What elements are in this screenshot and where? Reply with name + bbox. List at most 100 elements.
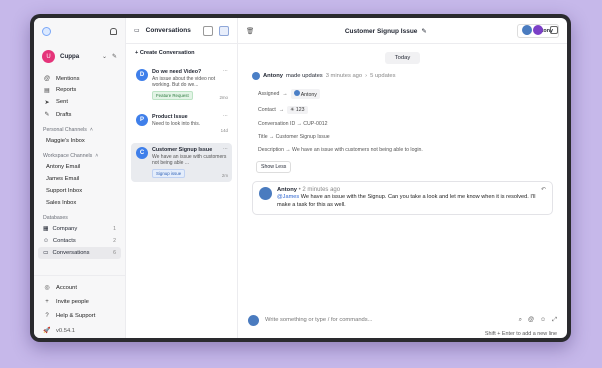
update-time: 3 minutes ago: [325, 73, 363, 79]
message-body: We have an issue with the Signup. Can yo…: [277, 194, 536, 208]
conversation-card-selected[interactable]: C Customer Signup Issue We have an issue…: [131, 143, 232, 182]
nav-label: Account: [56, 284, 77, 291]
card-title: Customer Signup Issue: [152, 147, 213, 153]
chevron-right-icon: ›: [365, 73, 368, 79]
section-label: Databases: [43, 214, 68, 221]
channel-james-email[interactable]: James Email: [34, 173, 125, 185]
trash-icon[interactable]: 🗑: [246, 27, 254, 35]
account-name: Cuppa: [60, 53, 80, 60]
channel-support-inbox[interactable]: Support Inbox: [34, 185, 125, 197]
pencil-icon[interactable]: ✎: [421, 28, 426, 35]
bell-icon[interactable]: [110, 27, 117, 35]
send-icon: ➤: [44, 99, 50, 106]
channel-maggies-inbox[interactable]: Maggie's Inbox: [34, 135, 125, 147]
account-avatar: U: [42, 50, 55, 63]
version-label: 🚀 v0.54.1: [34, 323, 125, 338]
section-label: Personal Channels: [43, 126, 87, 133]
card-time: 2m: [221, 173, 228, 178]
db-label: Company: [52, 225, 78, 232]
sidebar: U Cuppa ⌄ ✎ @ Mentions ▤ Reports ➤ Sent ✎ Dr…: [34, 18, 126, 338]
update-count[interactable]: 5 updates: [370, 73, 395, 79]
detail-title: Title → Customer Signup Issue: [258, 134, 330, 140]
mention-link[interactable]: @James: [277, 194, 299, 200]
conversation-title: Customer Signup Issue ✎: [254, 27, 517, 35]
help-support-link[interactable]: ? Help & Support: [34, 309, 125, 323]
user-circle-icon: ◎: [44, 285, 50, 291]
list-view-icon[interactable]: [219, 25, 229, 36]
compose-icon[interactable]: ✎: [112, 53, 117, 60]
nav-reports[interactable]: ▤ Reports: [34, 84, 125, 96]
channel-antony-email[interactable]: Antony Email: [34, 161, 125, 173]
more-icon[interactable]: ⋯: [223, 68, 228, 74]
db-company[interactable]: ▦ Company 1: [34, 223, 125, 235]
card-title: Product Issue: [152, 114, 188, 120]
db-label: Conversations: [52, 249, 90, 256]
conversation-card[interactable]: P Product Issue Need to look into this. …: [131, 110, 232, 137]
nav-drafts[interactable]: ✎ Drafts: [34, 109, 125, 121]
detail-label: Contact: [258, 107, 276, 113]
list-title: Conversations: [145, 27, 191, 34]
top-right-avatars: [522, 25, 543, 35]
more-icon[interactable]: ⋯: [223, 113, 228, 119]
panel-icon[interactable]: [203, 25, 213, 36]
chart-icon: ▤: [44, 87, 50, 94]
conversation-card[interactable]: D Do we need Video? An issue about the v…: [131, 65, 232, 104]
mention-icon[interactable]: @: [528, 317, 534, 323]
avatar: [293, 90, 300, 96]
detail-contact: Contact → ✳ 123: [258, 106, 547, 114]
app-logo-icon: [42, 26, 51, 36]
account-switcher[interactable]: U Cuppa ⌄ ✎: [34, 46, 125, 67]
nav-sent[interactable]: ➤ Sent: [34, 96, 125, 108]
card-snippet: We have an issue with customers not bein…: [152, 154, 227, 166]
chip-text: Antony: [300, 92, 317, 98]
databases-header: Databases: [34, 209, 125, 223]
nav-label: Mentions: [56, 75, 80, 82]
nav-label: Invite people: [56, 299, 89, 305]
message-input[interactable]: Write something or type / for commands..…: [265, 317, 513, 323]
card-snippet: An issue about the video not working. Bu…: [152, 76, 216, 88]
avatar[interactable]: [522, 25, 532, 35]
invite-people-link[interactable]: + Invite people: [34, 295, 125, 309]
detail-label: Assigned: [258, 91, 280, 97]
update-action: made updates: [285, 73, 323, 79]
app-window: U Cuppa ⌄ ✎ @ Mentions ▤ Reports ➤ Sent ✎ Dr…: [34, 18, 567, 338]
account-link[interactable]: ◎ Account: [34, 280, 125, 295]
main-nav: @ Mentions ▤ Reports ➤ Sent ✎ Drafts: [34, 73, 125, 121]
more-icon[interactable]: ⋯: [223, 146, 228, 152]
db-contacts[interactable]: ☺ Contacts 2: [34, 235, 125, 247]
workspace-channels-header[interactable]: Workspace Channels ˄: [34, 147, 125, 161]
avatar: [259, 187, 272, 200]
composer-hint: Shift + Enter to add a new line: [484, 331, 557, 337]
nav-label: Sent: [56, 99, 68, 106]
expand-icon[interactable]: ⤢: [552, 317, 557, 324]
smile-icon: ☺: [43, 237, 49, 244]
personal-channels-header[interactable]: Personal Channels ˄: [34, 121, 125, 135]
detail-conversation-id: Conversation ID → CUP-0012: [258, 121, 328, 127]
card-time: 14d: [220, 128, 228, 133]
create-conversation-button[interactable]: + Create Conversation: [126, 44, 237, 62]
message-text: @James We have an issue with the Signup.…: [277, 193, 546, 209]
rocket-icon: 🚀: [43, 328, 51, 334]
db-count: 6: [113, 249, 116, 256]
activity-summary: Antony made updates 3 minutes ago › 5 up…: [238, 64, 567, 80]
attachment-icon[interactable]: ⌕: [519, 317, 522, 324]
avatar[interactable]: [533, 25, 543, 35]
reply-icon[interactable]: ↶: [541, 186, 546, 193]
nav-mentions[interactable]: @ Mentions: [34, 73, 125, 84]
sidebar-toggle-icon[interactable]: [550, 26, 558, 34]
detail-assigned: Assigned → Antony: [258, 89, 547, 99]
db-conversations[interactable]: ▭ Conversations 6: [38, 246, 121, 259]
activity-details: Assigned → Antony Contact → ✳ 123 Conversat…: [238, 80, 567, 155]
card-avatar: C: [136, 147, 148, 159]
arrow-right-icon: →: [282, 91, 288, 97]
show-less-button[interactable]: Show Less: [256, 161, 292, 173]
nav-label: Drafts: [56, 111, 72, 118]
chevron-down-icon[interactable]: ⌄: [102, 53, 107, 60]
channel-sales-inbox[interactable]: Sales Inbox: [34, 197, 125, 209]
conversation-panel: 🗑 Customer Signup Issue ✎ Antony Today An…: [238, 18, 567, 338]
emoji-icon[interactable]: ☺: [540, 317, 546, 323]
message-bubble: Antony • 2 minutes ago @James We have an…: [252, 181, 553, 215]
nav-label: Help & Support: [56, 313, 96, 319]
card-tag: Signup issue: [152, 169, 186, 178]
sidebar-bottom: ◎ Account + Invite people ? Help & Support …: [34, 275, 125, 338]
